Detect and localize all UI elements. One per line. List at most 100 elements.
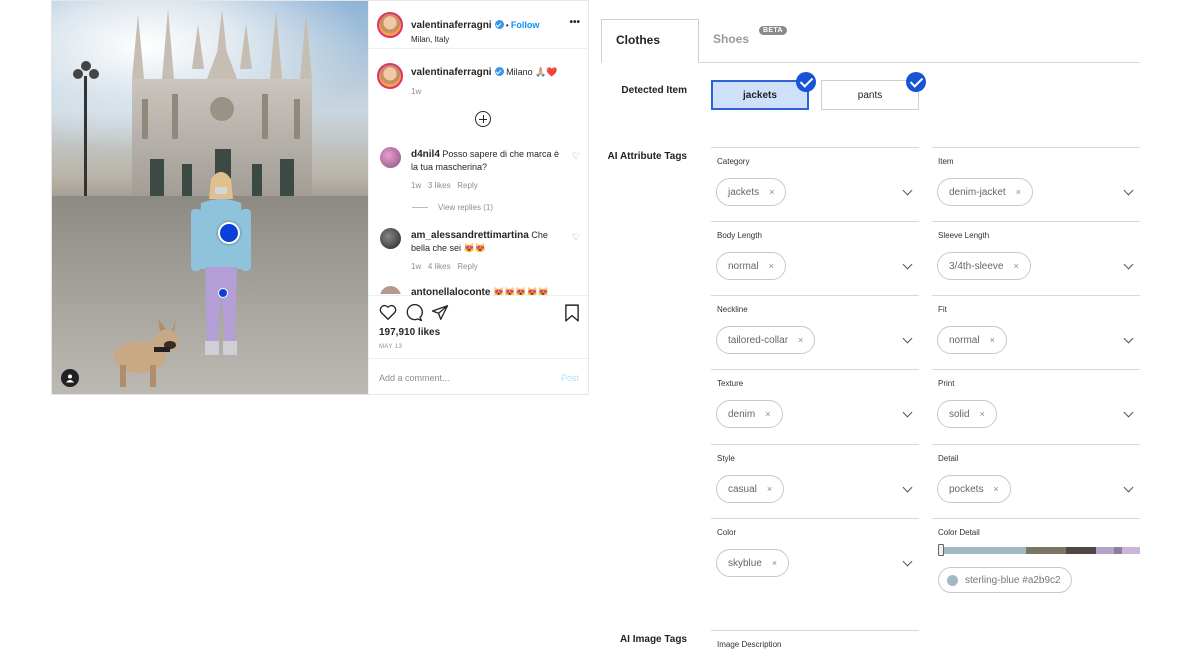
remove-tag-icon[interactable]: × [980, 409, 985, 419]
more-options-icon[interactable]: ••• [569, 17, 580, 28]
comment-likes[interactable]: 3 likes [428, 181, 451, 190]
field-label: Detail [938, 454, 959, 463]
attribute-chip[interactable]: pockets × [937, 475, 1011, 503]
remove-tag-icon[interactable]: × [769, 261, 774, 271]
attribute-chip[interactable]: jackets × [716, 178, 787, 206]
comment-item: d4nil4 Posso sapere di che marca è la tu… [411, 148, 561, 173]
comment-username[interactable]: d4nil4 [411, 149, 440, 160]
product-tag-marker-pants[interactable] [218, 288, 228, 298]
product-tag-marker-jacket[interactable] [218, 222, 240, 244]
remove-tag-icon[interactable]: × [767, 484, 772, 494]
comment-username[interactable]: am_alessandrettimartina [411, 230, 529, 241]
post-location[interactable]: Milan, Italy [411, 35, 539, 44]
reply-button[interactable]: Reply [457, 262, 477, 271]
field-label: Texture [717, 379, 744, 388]
color-segment [1066, 547, 1096, 554]
comment-bubble-icon[interactable] [405, 304, 423, 322]
color-segment [1114, 547, 1122, 554]
chevron-down-icon[interactable] [902, 407, 913, 418]
caption-text: Milano 🙏🏼❤️ [506, 67, 558, 77]
field-label: Fit [938, 305, 947, 314]
attribute-chip[interactable]: tailored-collar × [716, 326, 816, 354]
comment-item: am_alessandrettimartina Che bella che se… [411, 229, 561, 254]
attribute-chip[interactable]: denim × [716, 400, 783, 428]
color-distribution-bar[interactable] [938, 547, 1140, 554]
comment-meta: 1w 4 likes Reply [411, 262, 478, 271]
chevron-down-icon[interactable] [1123, 482, 1134, 493]
caption-username[interactable]: valentinaferragni [411, 67, 492, 78]
tab-shoes[interactable]: Shoes [713, 32, 749, 46]
beta-badge: BETA [759, 26, 787, 35]
field-label: Print [938, 379, 955, 388]
color-bar-handle[interactable] [938, 544, 944, 556]
comment-likes[interactable]: 4 likes [428, 262, 451, 271]
attribute-chip[interactable]: denim-jacket × [937, 178, 1033, 206]
add-comment-input[interactable]: Add a comment... [379, 373, 450, 383]
attribute-chip[interactable]: normal × [937, 326, 1007, 354]
remove-tag-icon[interactable]: × [1013, 261, 1018, 271]
attribute-chip[interactable]: solid × [937, 400, 997, 428]
comment-avatar[interactable] [380, 228, 401, 249]
load-more-comments-icon[interactable] [475, 111, 491, 127]
chevron-down-icon[interactable] [1123, 259, 1134, 270]
caption-avatar[interactable] [377, 63, 403, 89]
user-tag-icon[interactable] [61, 369, 79, 387]
author-username[interactable]: valentinaferragni [411, 20, 492, 31]
avatar[interactable] [377, 12, 403, 38]
remove-tag-icon[interactable]: × [993, 484, 998, 494]
follow-button[interactable]: Follow [511, 20, 540, 30]
color-detail-field: Color Detail sterling-blue #a2b9c2 [932, 518, 1140, 598]
chevron-down-icon[interactable] [1123, 333, 1134, 344]
reply-button[interactable]: Reply [457, 181, 477, 190]
field-label: Body Length [717, 231, 762, 240]
chevron-down-icon[interactable] [1123, 185, 1134, 196]
remove-tag-icon[interactable]: × [798, 335, 803, 345]
ai-attribute-tags-label: AI Attribute Tags [607, 151, 687, 162]
attribute-field-category: Category jackets × [711, 147, 919, 221]
attribute-field-print: Print solid × [932, 369, 1140, 443]
attribute-chip[interactable]: skyblue × [716, 549, 790, 577]
bookmark-icon[interactable] [565, 304, 579, 322]
chevron-down-icon[interactable] [902, 333, 913, 344]
check-icon [906, 72, 926, 92]
tab-clothes[interactable]: Clothes [601, 19, 699, 63]
attribute-chip[interactable]: normal × [716, 252, 786, 280]
chevron-down-icon[interactable] [902, 259, 913, 270]
likes-count[interactable]: 197,910 likes [379, 327, 440, 338]
remove-tag-icon[interactable]: × [1016, 187, 1021, 197]
comment-like-icon[interactable]: ♡ [572, 151, 580, 161]
view-replies-button[interactable]: View replies (1) [438, 203, 493, 212]
attribute-chip[interactable]: casual × [716, 475, 785, 503]
attribute-chip[interactable]: 3/4th-sleeve × [937, 252, 1031, 280]
replies-divider [412, 207, 428, 208]
chevron-down-icon[interactable] [902, 556, 913, 567]
verified-badge-icon [494, 67, 504, 76]
post-photo[interactable] [52, 1, 368, 394]
remove-tag-icon[interactable]: × [772, 558, 777, 568]
detected-item-jackets[interactable]: jackets [711, 80, 809, 110]
remove-tag-icon[interactable]: × [769, 187, 774, 197]
color-swatch-chip[interactable]: sterling-blue #a2b9c2 [938, 567, 1072, 593]
chevron-down-icon[interactable] [902, 482, 913, 493]
comment-like-icon[interactable]: ♡ [572, 232, 580, 242]
color-segment [1122, 547, 1140, 554]
image-description-field: Image Description [711, 630, 919, 659]
post-comment-button[interactable]: Post [561, 373, 579, 383]
field-label: Style [717, 454, 735, 463]
chevron-down-icon[interactable] [1123, 407, 1134, 418]
attribute-field-color: Color skyblue × [711, 518, 919, 592]
remove-tag-icon[interactable]: × [990, 335, 995, 345]
attribute-field-detail: Detail pockets × [932, 444, 1140, 518]
comment-avatar[interactable] [380, 286, 401, 294]
attribute-field-neckline: Neckline tailored-collar × [711, 295, 919, 369]
comment-avatar[interactable] [380, 147, 401, 168]
like-heart-icon[interactable] [379, 304, 397, 321]
share-paper-plane-icon[interactable] [431, 304, 449, 321]
divider [369, 358, 590, 359]
attribute-field-style: Style casual × [711, 444, 919, 518]
color-swatch-label: sterling-blue #a2b9c2 [965, 574, 1061, 586]
category-tabs: Clothes Shoes BETA [601, 19, 1140, 63]
remove-tag-icon[interactable]: × [765, 409, 770, 419]
detected-item-pants[interactable]: pants [821, 80, 919, 110]
chevron-down-icon[interactable] [902, 185, 913, 196]
